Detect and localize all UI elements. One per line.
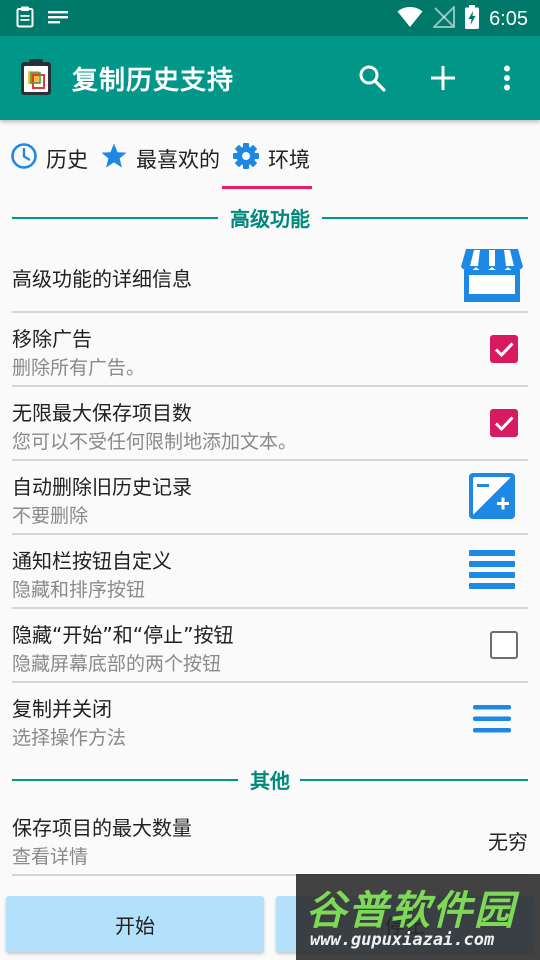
unlimited-items-subtitle: 您可以不受任何限制地添加文本。 <box>12 431 298 453</box>
clipboard-notification-icon <box>16 6 34 32</box>
unlimited-items-title: 无限最大保存项目数 <box>12 401 192 425</box>
menu-icon <box>469 550 515 594</box>
app-bar: 复制历史支持 <box>0 36 540 120</box>
status-time: 6:05 <box>489 7 528 30</box>
auto-delete-title: 自动删除旧历史记录 <box>12 475 192 499</box>
max-items-title: 保存项目的最大数量 <box>12 816 192 840</box>
edit-box-icon <box>469 473 515 523</box>
tab-history-label: 历史 <box>46 147 88 172</box>
section-header-other: 其他 <box>12 765 528 795</box>
max-items-value: 无穷 <box>488 830 528 854</box>
wifi-icon <box>397 6 423 32</box>
more-vert-icon <box>504 65 510 91</box>
search-icon <box>359 65 386 92</box>
search-button[interactable] <box>354 60 390 96</box>
tab-settings[interactable]: 环境 <box>232 142 310 175</box>
tab-bar: 历史 最喜欢的 环境 <box>0 120 540 192</box>
hide-buttons-subtitle: 隐藏屏幕底部的两个按钮 <box>12 653 222 675</box>
section-premium-label: 高级功能 <box>230 207 310 231</box>
tab-favorites-label: 最喜欢的 <box>136 147 220 172</box>
max-items-subtitle: 查看详情 <box>12 846 89 868</box>
copy-and-close-subtitle: 选择操作方法 <box>12 727 127 749</box>
auto-delete-subtitle: 不要删除 <box>12 505 89 527</box>
store-icon <box>460 247 524 307</box>
add-button[interactable] <box>425 60 461 96</box>
hide-buttons-row[interactable]: 隐藏“开始”和“停止”按钮 隐藏屏幕底部的两个按钮 <box>12 609 528 681</box>
gear-icon <box>232 142 260 175</box>
max-items-row[interactable]: 保存项目的最大数量 查看详情 无穷 <box>12 802 528 874</box>
hide-buttons-title: 隐藏“开始”和“停止”按钮 <box>12 623 234 647</box>
remove-ads-title: 移除广告 <box>12 327 92 351</box>
notification-buttons-subtitle: 隐藏和排序按钮 <box>12 579 146 601</box>
hide-buttons-checkbox[interactable] <box>490 631 518 659</box>
unlimited-items-checkbox[interactable] <box>490 409 518 437</box>
no-signal-icon <box>431 4 456 32</box>
status-bar: 6:05 <box>0 0 540 36</box>
menu-icon <box>473 705 511 737</box>
check-icon <box>494 416 514 432</box>
premium-details-title: 高级功能的详细信息 <box>12 267 192 291</box>
overflow-menu-button[interactable] <box>489 60 525 96</box>
text-notification-icon <box>48 9 68 29</box>
plus-icon <box>431 66 455 90</box>
watermark: 谷普软件园 www.gupuxiazai.com <box>296 874 540 960</box>
watermark-text: 谷普软件园 <box>306 888 516 934</box>
battery-charging-icon <box>465 5 480 33</box>
watermark-url: www.gupuxiazai.com <box>310 930 495 950</box>
app-title: 复制历史支持 <box>72 66 235 96</box>
tab-settings-label: 环境 <box>268 147 310 172</box>
check-icon <box>494 342 514 358</box>
remove-ads-row[interactable]: 移除广告 删除所有广告。 <box>12 313 528 385</box>
notification-buttons-title: 通知栏按钮自定义 <box>12 549 172 573</box>
copy-and-close-row[interactable]: 复制并关闭 选择操作方法 <box>12 683 528 755</box>
section-other-label: 其他 <box>250 769 290 793</box>
section-header-premium: 高级功能 <box>12 203 528 233</box>
app-logo-icon <box>20 58 52 96</box>
clock-icon <box>10 142 38 175</box>
tab-indicator <box>222 186 312 189</box>
tab-favorites[interactable]: 最喜欢的 <box>100 142 220 175</box>
notification-buttons-row[interactable]: 通知栏按钮自定义 隐藏和排序按钮 <box>12 535 528 607</box>
premium-details-row[interactable]: 高级功能的详细信息 <box>12 240 528 312</box>
start-button[interactable]: 开始 <box>6 896 264 952</box>
unlimited-items-row[interactable]: 无限最大保存项目数 您可以不受任何限制地添加文本。 <box>12 387 528 459</box>
auto-delete-row[interactable]: 自动删除旧历史记录 不要删除 <box>12 461 528 533</box>
remove-ads-checkbox[interactable] <box>490 335 518 363</box>
tab-history[interactable]: 历史 <box>10 142 88 175</box>
star-icon <box>100 142 128 175</box>
remove-ads-subtitle: 删除所有广告。 <box>12 357 146 379</box>
copy-and-close-title: 复制并关闭 <box>12 697 112 721</box>
